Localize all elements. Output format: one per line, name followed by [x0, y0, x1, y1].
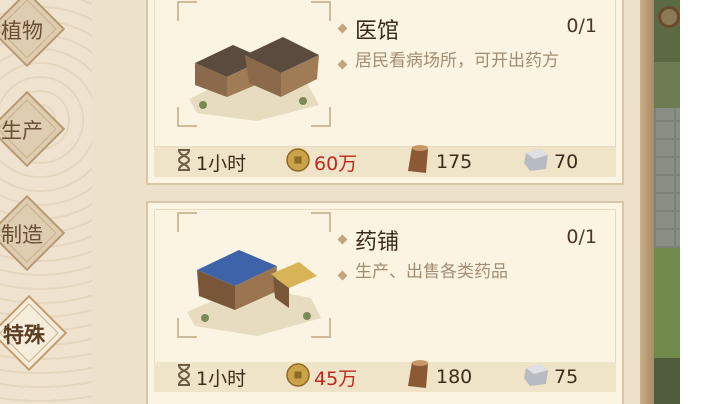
wood-log-icon — [406, 359, 432, 395]
building-description: 生产、出售各类药品 — [355, 262, 508, 282]
cost-stone: 70 — [522, 147, 578, 177]
coin-icon — [286, 147, 310, 177]
stone-block-icon — [522, 362, 550, 393]
pharmacy-building-image — [177, 212, 331, 338]
cost-stone: 75 — [522, 362, 578, 392]
build-menu-screen: 植物 生产 制造 特殊 医馆 0/1 居民看病场所，可开出药方 1小时 60万 … — [0, 0, 720, 404]
waterwheel-icon — [658, 6, 680, 28]
building-card-pharmacy[interactable]: 药铺 0/1 生产、出售各类药品 1小时 45万 180 75 — [146, 201, 624, 404]
cost-time: 1小时 — [176, 362, 246, 392]
cost-coins: 60万 — [286, 147, 357, 177]
category-tab-special[interactable]: 特殊 — [0, 294, 68, 372]
category-tab-production[interactable]: 生产 — [0, 90, 66, 168]
stone-block-icon — [522, 147, 550, 178]
cost-coins: 45万 — [286, 362, 357, 392]
hourglass-icon — [176, 363, 192, 391]
category-tab-manufacture[interactable]: 制造 — [0, 194, 66, 272]
game-map-edge — [654, 0, 680, 404]
building-count: 0/1 — [566, 15, 597, 37]
building-count: 0/1 — [566, 226, 597, 248]
category-tab-label: 生产 — [1, 119, 43, 143]
wood-log-icon — [406, 144, 432, 180]
clinic-building-image — [177, 1, 331, 127]
coin-icon — [286, 362, 310, 392]
building-description: 居民看病场所，可开出药方 — [355, 51, 559, 71]
panel-frame-edge — [640, 0, 654, 404]
category-tab-label: 特殊 — [3, 323, 45, 347]
category-tab-label: 制造 — [1, 223, 43, 247]
cost-bar: 1小时 45万 180 75 — [154, 359, 616, 395]
cost-bar: 1小时 60万 175 70 — [154, 144, 616, 180]
cost-wood: 175 — [406, 144, 472, 180]
category-tab-plants[interactable]: 植物 — [0, 0, 66, 68]
building-name: 医馆 — [355, 19, 400, 44]
hourglass-icon — [176, 148, 192, 176]
cost-wood: 180 — [406, 359, 472, 395]
card-inner-frame: 药铺 0/1 生产、出售各类药品 — [154, 209, 616, 368]
cost-time: 1小时 — [176, 147, 246, 177]
category-tab-label: 植物 — [1, 19, 43, 43]
card-inner-frame: 医馆 0/1 居民看病场所，可开出药方 — [154, 0, 616, 147]
building-name: 药铺 — [355, 230, 400, 255]
building-card-clinic[interactable]: 医馆 0/1 居民看病场所，可开出药方 1小时 60万 175 70 — [146, 0, 624, 185]
